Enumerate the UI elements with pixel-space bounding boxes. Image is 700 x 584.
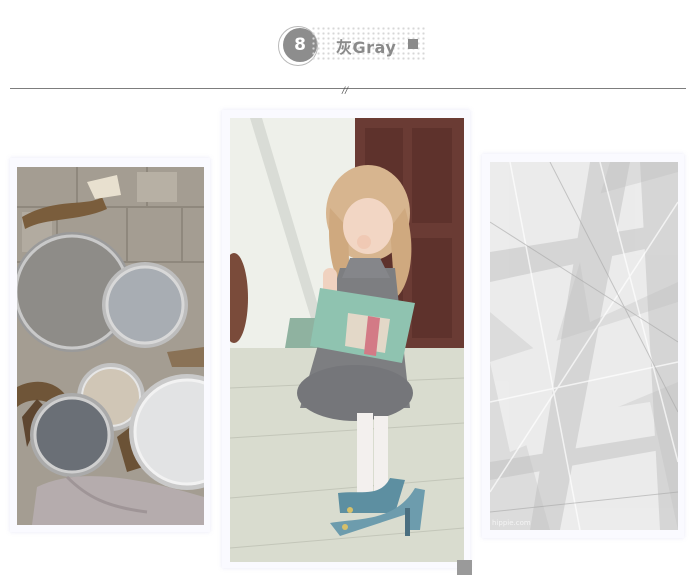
girl-with-book-photo bbox=[230, 118, 464, 562]
divider-slash-icon: // bbox=[341, 86, 349, 96]
gray-abstract-texture bbox=[490, 162, 678, 530]
section-title: 灰Gray bbox=[336, 38, 397, 57]
image-watermark: hippie.com bbox=[492, 519, 531, 527]
section-number: 8 bbox=[294, 35, 306, 55]
corner-square-icon bbox=[457, 560, 472, 575]
title-square-icon bbox=[408, 39, 418, 49]
gray-paint-cans-photo bbox=[17, 167, 204, 525]
